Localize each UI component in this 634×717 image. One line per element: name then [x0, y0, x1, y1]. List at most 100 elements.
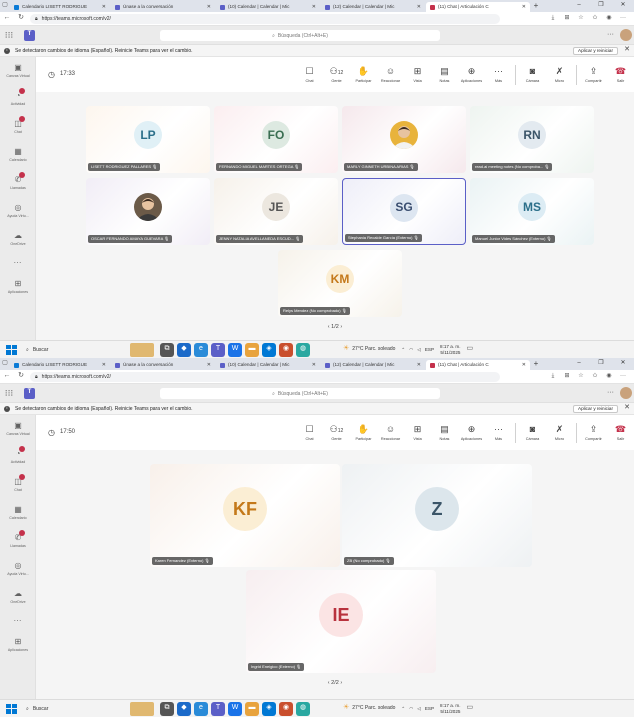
taskbar-clock[interactable]: 8:17 a. m. 5/11/2025 — [440, 703, 460, 715]
participant-tile[interactable]: FO FERNANDO MIGUEL MARTES ORTEGA 🎙︎ — [214, 106, 338, 173]
control-camera-off-button[interactable]: ◙ Cámara — [519, 66, 546, 84]
control-notes-button[interactable]: ▤ Notas — [431, 66, 458, 84]
chevron-up-icon[interactable]: ⌃ — [401, 347, 405, 353]
search-input[interactable]: ⌕ Búsqueda (Ctrl+Alt+E) — [160, 30, 440, 41]
app-icon[interactable]: ⊞ — [560, 373, 574, 380]
download-icon[interactable]: ⤓ — [546, 373, 560, 380]
rail-item-apps[interactable]: ⊞ Aplicaciones — [0, 273, 36, 301]
browser-tab[interactable]: (11) Chat | Articulación C ✕ — [426, 360, 530, 370]
explorer-icon[interactable]: ▬ — [245, 701, 259, 716]
control-more-button[interactable]: ··· Más — [485, 424, 512, 442]
control-leave-button[interactable]: ☎ Salir — [607, 424, 634, 442]
participant-tile[interactable]: RN read.ai meeting notes (No comproba... … — [470, 106, 594, 173]
weather-widget[interactable]: ☀ 27°C Parc. soleado — [343, 704, 395, 712]
url-input[interactable]: 🔒︎ https://teams.microsoft.com/v2/ — [30, 371, 500, 382]
rail-item[interactable]: ▦ Calendario — [0, 499, 36, 527]
start-icon[interactable] — [4, 343, 18, 357]
close-tab-icon[interactable]: ✕ — [207, 4, 211, 10]
control-mic-off-button[interactable]: ✗ Micro — [546, 424, 573, 442]
control-camera-off-button[interactable]: ◙ Cámara — [519, 424, 546, 442]
control-view-button[interactable]: ⊞ Vista — [404, 424, 431, 442]
apply-restart-button[interactable]: Aplicar y reiniciar — [573, 47, 618, 55]
url-input[interactable]: 🔒︎ https://teams.microsoft.com/v2/ — [30, 13, 500, 24]
rail-item[interactable]: ☁ OneDrive — [0, 583, 36, 611]
rail-item[interactable]: ◫ Chat — [0, 113, 36, 141]
prev-page-icon[interactable]: ‹ — [328, 680, 330, 686]
app-icon[interactable]: ◍ — [296, 342, 310, 357]
taskbar-search[interactable]: ⌕ Buscar — [26, 344, 90, 356]
app-icon[interactable]: ◍ — [296, 701, 310, 716]
more-apps-icon[interactable]: ··· — [0, 253, 35, 273]
favorites-icon[interactable]: ✩ — [588, 15, 602, 22]
control-people-button[interactable]: ⚇12 Gente — [323, 424, 350, 442]
window-menu-icon[interactable]: ▢ — [0, 0, 10, 12]
avatar[interactable] — [620, 387, 632, 399]
browser-tab[interactable]: (11) Chat | Articulación C ✕ — [426, 2, 530, 12]
prev-page-icon[interactable]: ‹ — [328, 324, 330, 330]
app-launcher-icon[interactable]: ⁝⁝⁝ — [0, 30, 18, 41]
search-input[interactable]: ⌕ Búsqueda (Ctrl+Alt+E) — [160, 388, 440, 399]
control-raise-hand-button[interactable]: ✋ Participar — [350, 66, 377, 84]
favorite-icon[interactable]: ☆ — [574, 15, 588, 22]
chevron-up-icon[interactable]: ⌃ — [401, 706, 405, 712]
language-label[interactable]: ESP — [425, 706, 434, 712]
new-tab-icon[interactable]: + — [531, 358, 541, 370]
close-banner-icon[interactable]: ✕ — [624, 404, 630, 412]
word-icon[interactable]: W — [228, 342, 242, 357]
avatar[interactable] — [620, 29, 632, 41]
taskbar-clock[interactable]: 8:17 a. m. 5/11/2025 — [440, 344, 460, 356]
close-tab-icon[interactable]: ✕ — [102, 362, 106, 368]
close-tab-icon[interactable]: ✕ — [312, 4, 316, 10]
close-tab-icon[interactable]: ✕ — [207, 362, 211, 368]
participant-tile[interactable]: SG Stephania Recalde García (Externo) 🎙︎ — [342, 178, 466, 245]
explorer-icon[interactable]: ▬ — [245, 342, 259, 357]
participant-tile[interactable]: JE JENNY NATALIA AVELLANEDA ESCUD... 🎙︎ — [214, 178, 338, 245]
control-apps-button[interactable]: ⊕ Aplicaciones — [458, 424, 485, 442]
rail-item[interactable]: ▣ Canvas Virtual — [0, 415, 36, 443]
weather-widget[interactable]: ☀ 27°C Parc. soleado — [343, 345, 395, 353]
chrome-icon[interactable]: ◉ — [279, 701, 293, 716]
chrome-icon[interactable]: ◉ — [279, 342, 293, 357]
rail-item[interactable]: ◔ Actividad — [0, 443, 36, 471]
download-icon[interactable]: ⤓ — [546, 15, 560, 22]
start-icon[interactable] — [4, 702, 18, 716]
next-page-icon[interactable]: › — [340, 680, 342, 686]
control-smile-button[interactable]: ☺ Reaccionar — [377, 66, 404, 84]
close-window-icon[interactable]: ✕ — [612, 358, 634, 370]
participant-tile[interactable]: MS Manuel Junior Vides Sánchez (Externo) … — [470, 178, 594, 245]
app-launcher-icon[interactable]: ⁝⁝⁝ — [0, 388, 18, 399]
next-page-icon[interactable]: › — [340, 324, 342, 330]
control-smile-button[interactable]: ☺ Reaccionar — [377, 424, 404, 442]
rail-item-apps[interactable]: ⊞ Aplicaciones — [0, 631, 36, 659]
browser-tab[interactable]: (12) Calendar | Calendar | Mic ✕ — [321, 360, 425, 370]
control-chat-button[interactable]: ☐ Chat — [296, 66, 323, 84]
settings-more-icon[interactable]: ··· — [607, 389, 614, 397]
word-icon[interactable]: W — [228, 701, 242, 716]
browser-tab[interactable]: Calendario LISETT RODRIGUE ✕ — [10, 2, 110, 12]
rail-item[interactable]: ▣ Canvas Virtual — [0, 57, 36, 85]
maximize-icon[interactable]: ❐ — [590, 0, 612, 12]
more-apps-icon[interactable]: ··· — [0, 611, 35, 631]
participant-tile[interactable]: Z ZB (No comprobado) 🎙︎ — [342, 464, 532, 567]
more-icon[interactable]: ··· — [616, 15, 630, 22]
control-apps-button[interactable]: ⊕ Aplicaciones — [458, 66, 485, 84]
browser-tab[interactable]: (10) Calendar | Calendar | Mic ✕ — [216, 2, 320, 12]
favorites-icon[interactable]: ✩ — [588, 373, 602, 380]
wifi-icon[interactable]: ◠ — [409, 347, 413, 353]
new-tab-icon[interactable]: + — [531, 0, 541, 12]
teams-icon[interactable]: T — [211, 701, 225, 716]
control-chat-button[interactable]: ☐ Chat — [296, 424, 323, 442]
minimize-icon[interactable]: – — [568, 358, 590, 370]
close-window-icon[interactable]: ✕ — [612, 0, 634, 12]
close-tab-icon[interactable]: ✕ — [417, 362, 421, 368]
rail-item[interactable]: ☁ OneDrive — [0, 225, 36, 253]
close-banner-icon[interactable]: ✕ — [624, 46, 630, 54]
control-people-button[interactable]: ⚇12 Gente — [323, 66, 350, 84]
back-icon[interactable]: ← — [0, 14, 14, 22]
participant-tile[interactable]: IE Ingrid Eneigico (Externo) 🎙︎ — [246, 570, 436, 673]
control-share-button[interactable]: ⇪ Compartir — [580, 424, 607, 442]
browser-tab[interactable]: Únase a la conversación ✕ — [111, 360, 215, 370]
control-view-button[interactable]: ⊞ Vista — [404, 66, 431, 84]
rail-item[interactable]: ✆ Llamadas — [0, 169, 36, 197]
window-menu-icon[interactable]: ▢ — [0, 358, 10, 370]
